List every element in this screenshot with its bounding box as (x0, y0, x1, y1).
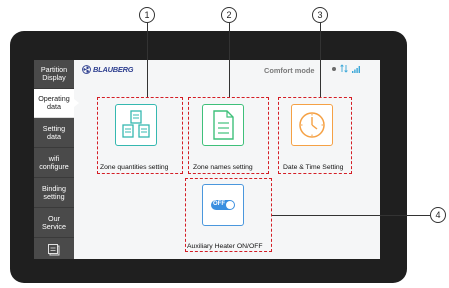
exit-icon (48, 243, 60, 255)
sidebar-item-label: Our Service (42, 214, 66, 231)
sidebar-item-label: Operating data (38, 94, 70, 111)
annotation-frame-4 (185, 178, 272, 252)
sidebar-item-our-service[interactable]: Our Service (34, 209, 74, 238)
sidebar: Partition Display Operating data Setting… (34, 60, 79, 259)
sidebar-item-label: Partition Display (40, 65, 68, 82)
callout-1: 1 (139, 7, 155, 23)
brand-logo: BLAUBERG (82, 65, 133, 74)
callout-2: 2 (221, 7, 237, 23)
exit-button[interactable] (34, 240, 74, 259)
brand-name: BLAUBERG (93, 65, 134, 74)
callout-line-2 (229, 23, 230, 97)
sidebar-item-setting-data[interactable]: Setting data (34, 119, 74, 148)
sidebar-item-label: Setting data (42, 124, 66, 141)
annotation-frame-1 (97, 97, 183, 174)
callout-4: 4 (430, 207, 446, 223)
sidebar-item-label: wifi configure (39, 154, 69, 171)
annotation-frame-2 (188, 97, 269, 174)
callout-3: 3 (312, 7, 328, 23)
status-dot-icon (332, 66, 336, 71)
callout-line-1 (147, 23, 148, 97)
sidebar-item-wifi-configure[interactable]: wifi configure (34, 149, 74, 178)
sync-arrows-icon (340, 64, 348, 73)
screen: Partition Display Operating data Setting… (34, 60, 380, 259)
callout-line-3 (320, 23, 321, 97)
callout-line-4 (272, 215, 430, 216)
status-icons (332, 64, 361, 73)
comfort-mode-label: Comfort mode (264, 66, 315, 75)
signal-icon (352, 65, 360, 73)
fan-icon (82, 65, 91, 74)
annotation-frame-3 (278, 97, 352, 174)
sidebar-item-label: Binding setting (42, 184, 66, 201)
sidebar-item-operating-data[interactable]: Operating data (34, 89, 79, 118)
sidebar-item-binding-setting[interactable]: Binding setting (34, 179, 74, 208)
sidebar-item-partition-display[interactable]: Partition Display (34, 60, 74, 89)
